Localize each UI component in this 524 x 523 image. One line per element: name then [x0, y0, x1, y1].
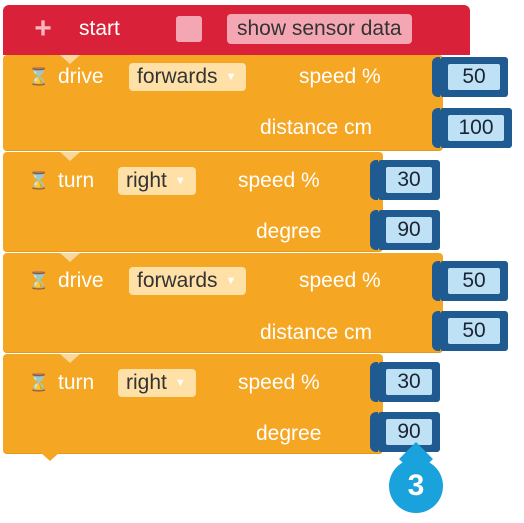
- direction-dropdown[interactable]: forwards ▼: [129, 267, 247, 295]
- plus-icon[interactable]: +: [27, 13, 59, 45]
- speed-number-block[interactable]: 30: [378, 160, 440, 200]
- hourglass-icon: ⌛: [28, 271, 50, 290]
- speed-label: speed %: [299, 65, 381, 88]
- drive-label: drive: [58, 65, 104, 88]
- speed-number-block[interactable]: 50: [440, 57, 508, 97]
- degree-label: degree: [256, 220, 322, 243]
- degree-value[interactable]: 90: [386, 419, 432, 445]
- speed-number-block[interactable]: 30: [378, 362, 440, 402]
- drive-label: drive: [58, 269, 104, 292]
- degree-number-block[interactable]: 90: [378, 210, 440, 250]
- block-bottom-tab: [40, 452, 60, 461]
- direction-dropdown[interactable]: forwards ▼: [129, 63, 247, 91]
- input-connector: [370, 362, 378, 402]
- hourglass-icon: ⌛: [28, 67, 50, 86]
- input-connector: [432, 261, 440, 301]
- distance-number-block[interactable]: 100: [440, 108, 512, 148]
- speed-value[interactable]: 30: [386, 167, 432, 193]
- speed-value[interactable]: 50: [448, 268, 500, 294]
- turn-direction-dropdown[interactable]: right ▼: [118, 369, 196, 397]
- turn-label: turn: [58, 169, 95, 192]
- hourglass-icon: ⌛: [28, 373, 50, 392]
- distance-value[interactable]: 50: [448, 318, 500, 344]
- speed-value[interactable]: 50: [448, 64, 500, 90]
- input-connector: [432, 108, 440, 148]
- chevron-down-icon: ▼: [174, 377, 186, 390]
- chevron-down-icon: ▼: [174, 175, 186, 188]
- turn-direction-dropdown[interactable]: right ▼: [118, 167, 196, 195]
- input-connector: [370, 160, 378, 200]
- sensor-checkbox[interactable]: [176, 16, 202, 42]
- block-notch: [60, 152, 80, 161]
- distance-label: distance cm: [260, 321, 373, 344]
- degree-number-block[interactable]: 90: [378, 412, 440, 452]
- distance-value[interactable]: 100: [448, 115, 504, 141]
- speed-label: speed %: [238, 371, 320, 394]
- input-connector: [370, 210, 378, 250]
- distance-label: distance cm: [260, 116, 373, 139]
- block-notch: [60, 354, 80, 363]
- turn-label: turn: [58, 371, 95, 394]
- input-connector: [432, 57, 440, 97]
- degree-value[interactable]: 90: [386, 217, 432, 243]
- chevron-down-icon: ▼: [225, 275, 237, 288]
- hourglass-icon: ⌛: [28, 171, 50, 190]
- start-label: start: [79, 17, 120, 40]
- speed-label: speed %: [299, 269, 381, 292]
- speed-number-block[interactable]: 50: [440, 261, 508, 301]
- block-notch: [60, 253, 80, 262]
- show-sensor-data-label: show sensor data: [227, 14, 412, 44]
- chevron-down-icon: ▼: [225, 71, 237, 84]
- degree-label: degree: [256, 422, 322, 445]
- speed-value[interactable]: 30: [386, 369, 432, 395]
- distance-number-block[interactable]: 50: [440, 311, 508, 351]
- speed-label: speed %: [238, 169, 320, 192]
- input-connector: [370, 412, 378, 452]
- start-block[interactable]: + start show sensor data: [3, 5, 470, 55]
- input-connector: [432, 311, 440, 351]
- step-number: 3: [407, 469, 425, 502]
- block-notch: [60, 55, 80, 64]
